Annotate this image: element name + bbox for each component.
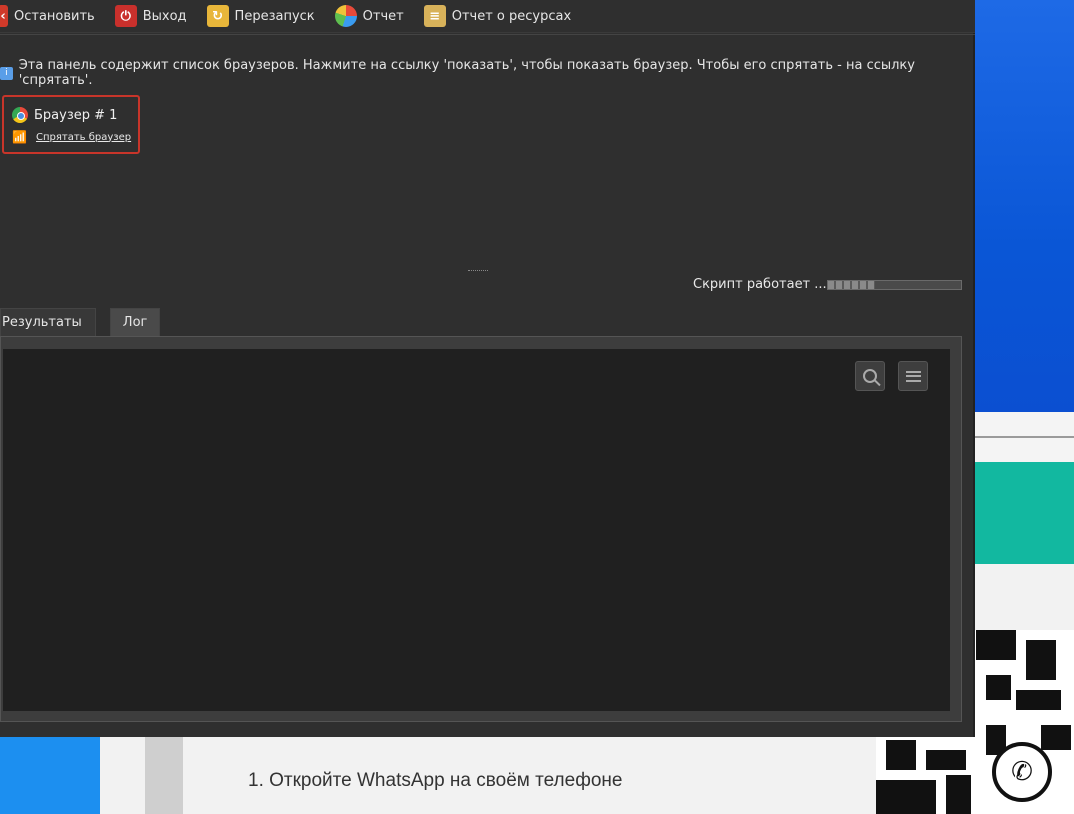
progress-fill <box>828 281 875 289</box>
exit-label: Выход <box>142 8 187 24</box>
toolbar: ‹ Остановить ⏻ Выход ↻ Перезапуск Отчет … <box>0 0 975 33</box>
chrome-icon <box>12 107 28 123</box>
tab-results[interactable]: Результаты <box>0 308 96 336</box>
resource-report-label: Отчет о ресурсах <box>451 8 572 24</box>
pie-chart-icon <box>334 5 357 27</box>
browser-name: Браузер # 1 <box>34 107 118 123</box>
tab-log[interactable]: Лог <box>109 308 161 336</box>
stop-button[interactable]: ‹ Остановить <box>0 2 103 30</box>
stop-icon: ‹ <box>0 5 8 27</box>
hide-browser-link[interactable]: Спрятать браузер <box>36 132 131 143</box>
toolbar-divider <box>0 34 975 35</box>
report-button[interactable]: Отчет <box>334 2 412 30</box>
wifi-icon: 📶 <box>12 130 27 144</box>
resource-report-button[interactable]: ≡ Отчет о ресурсах <box>423 2 579 30</box>
info-icon: i <box>0 66 13 80</box>
log-menu-button[interactable] <box>898 361 928 391</box>
whatsapp-instruction-text: 1. Откройте WhatsApp на своём телефоне <box>248 770 623 791</box>
restart-icon: ↻ <box>206 5 229 27</box>
exit-button[interactable]: ⏻ Выход <box>114 2 195 30</box>
info-message: i Эта панель содержит список браузеров. … <box>0 58 973 88</box>
report-label: Отчет <box>362 8 404 24</box>
restart-button[interactable]: ↻ Перезапуск <box>206 2 323 30</box>
stop-label: Остановить <box>14 8 95 24</box>
browser-card: Браузер # 1 📶 Спрятать браузер <box>2 95 140 154</box>
background-blue-block <box>0 737 100 814</box>
desktop-background <box>975 0 1074 412</box>
log-output-area[interactable] <box>3 349 950 711</box>
document-icon: ≡ <box>423 5 446 27</box>
app-window: ‹ Остановить ⏻ Выход ↻ Перезапуск Отчет … <box>0 0 975 737</box>
info-text: Эта панель содержит список браузеров. На… <box>18 58 915 88</box>
script-progress-bar <box>827 280 962 290</box>
panel-splitter-handle[interactable] <box>468 270 488 273</box>
background-window-strip <box>975 412 1074 462</box>
search-icon <box>863 369 877 383</box>
tab-bar: Результаты Лог <box>0 308 161 336</box>
script-status-text: Скрипт работает ... <box>693 277 827 292</box>
browser-action-row: 📶 Спрятать браузер <box>12 130 131 144</box>
log-search-button[interactable] <box>855 361 885 391</box>
hamburger-menu-icon <box>905 370 921 382</box>
power-icon: ⏻ <box>114 5 137 27</box>
browser-title-row: Браузер # 1 <box>12 107 117 123</box>
background-scroll-bar <box>145 737 183 814</box>
log-panel <box>0 336 962 722</box>
whatsapp-icon: ✆ <box>992 742 1052 802</box>
restart-label: Перезапуск <box>234 8 315 24</box>
background-teal-band <box>975 462 1074 564</box>
